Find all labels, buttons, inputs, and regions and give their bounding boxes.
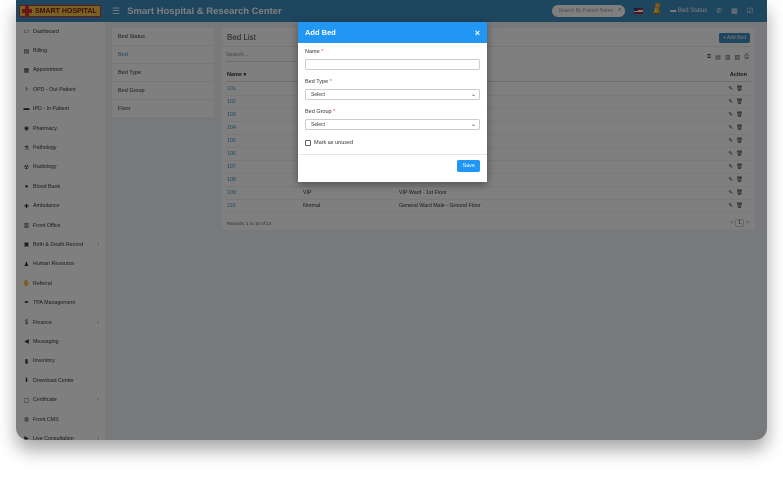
required-marker: * [329,79,332,85]
bed-type-label: Bed Type * [305,79,332,85]
divider [298,154,487,155]
bed-group-label: Bed Group * [305,109,335,115]
chevron-down-icon: ⌄ [470,122,476,128]
mark-unused-row: Mark as unused [305,140,353,146]
name-label: Name * [305,49,323,55]
app-window: SMART HOSPITAL ☰ Smart Hospital & Resear… [16,0,767,440]
bed-type-select[interactable]: Select ⌄ [305,89,480,100]
bed-type-label-text: Bed Type [305,79,329,85]
required-marker: * [321,49,324,55]
modal-body: Name * Bed Type * Select ⌄ Bed Group * S… [298,43,487,182]
add-bed-modal: Add Bed × Name * Bed Type * Select ⌄ Bed… [298,22,487,182]
bed-type-selected: Select [311,91,325,98]
modal-header: Add Bed × [298,22,487,43]
name-input[interactable] [305,59,480,70]
name-label-text: Name [305,49,320,55]
modal-title: Add Bed [305,28,336,37]
bed-group-select[interactable]: Select ⌄ [305,119,480,130]
bed-group-selected: Select [311,121,325,128]
mark-unused-checkbox[interactable] [305,140,311,146]
chevron-down-icon: ⌄ [470,92,476,98]
bed-group-label-text: Bed Group [305,109,332,115]
required-marker: * [333,109,336,115]
mark-unused-label: Mark as unused [314,140,354,146]
close-icon[interactable]: × [475,28,480,38]
save-button[interactable]: Save [457,160,480,172]
